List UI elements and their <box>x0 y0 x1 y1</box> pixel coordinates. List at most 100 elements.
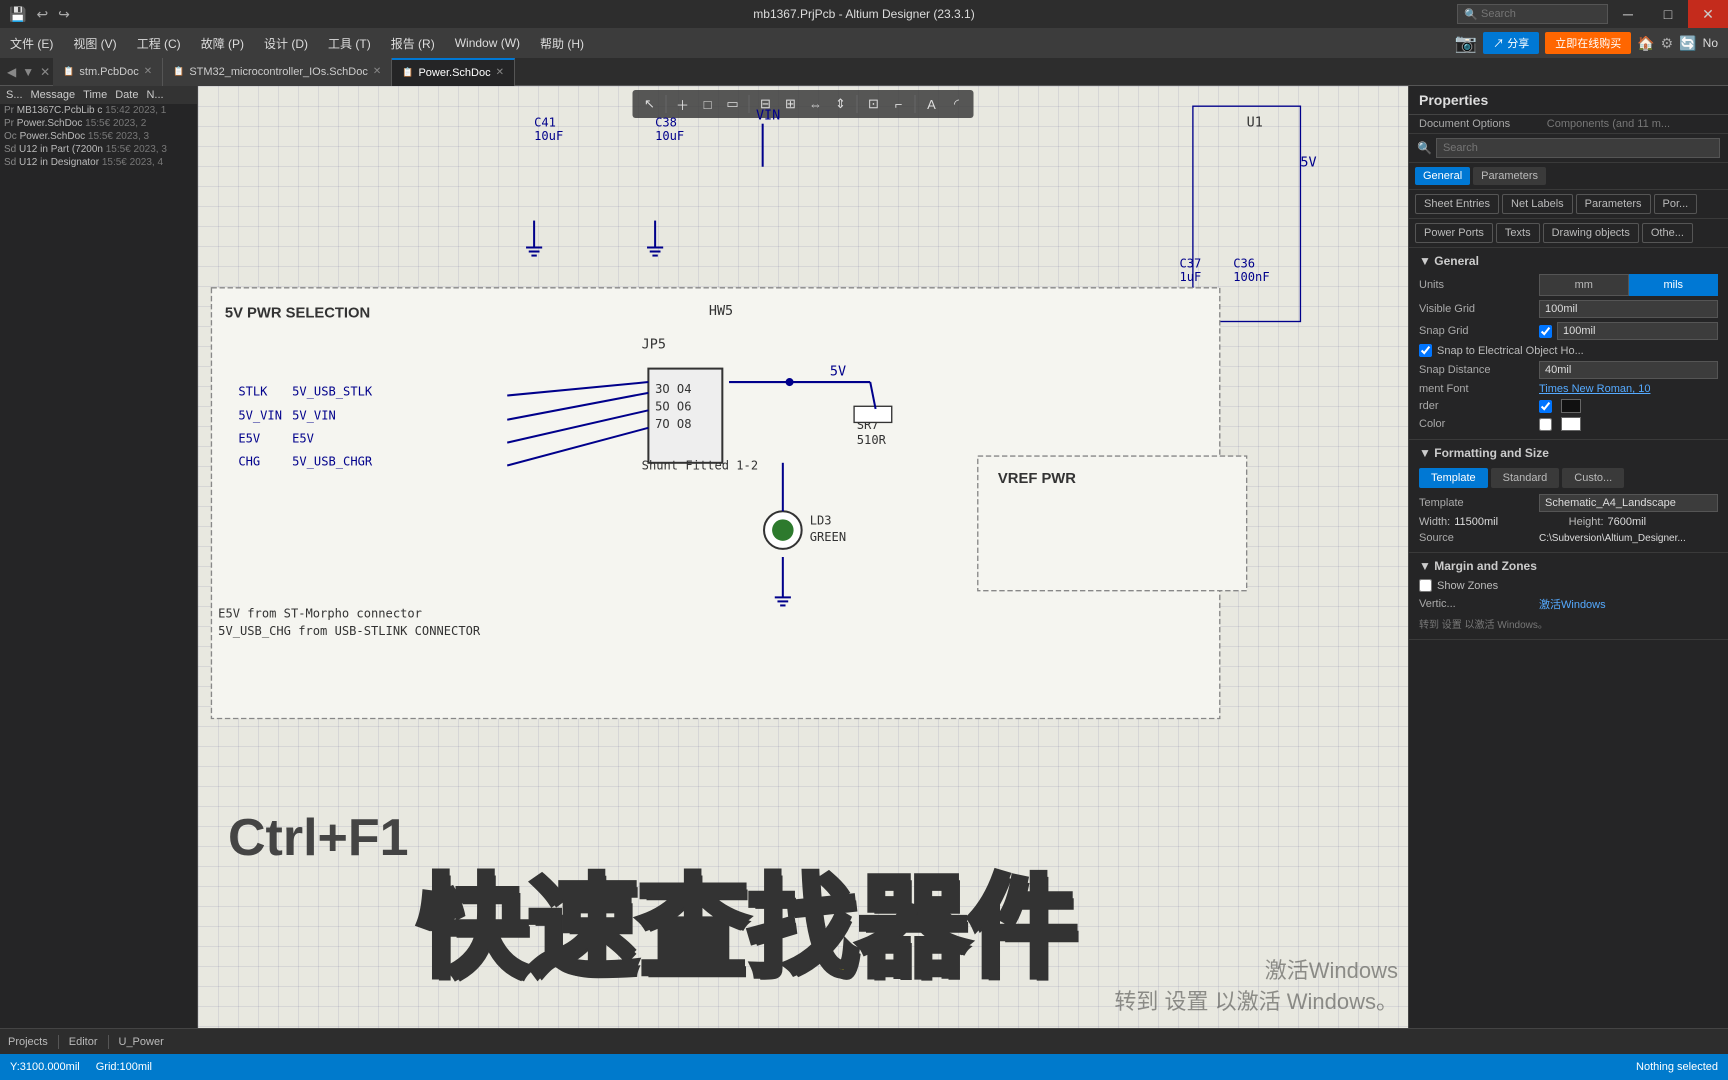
snap-grid-checkbox[interactable] <box>1539 325 1552 338</box>
snap-distance-row: Snap Distance <box>1419 359 1718 381</box>
properties-search-input[interactable] <box>1436 138 1720 158</box>
component-font-link[interactable]: Times New Roman, 10 <box>1539 383 1718 395</box>
svg-text:E5V: E5V <box>238 432 260 446</box>
svg-text:5V_VIN: 5V_VIN <box>238 409 282 423</box>
buy-online-button[interactable]: 立即在线购买 <box>1545 32 1631 54</box>
menu-view[interactable]: 视图 (V) <box>63 31 126 56</box>
snap-electrical-checkbox[interactable] <box>1419 344 1432 357</box>
tab-close-all-icon[interactable]: ✕ <box>37 65 53 79</box>
template-tab[interactable]: Template <box>1419 468 1488 488</box>
message-row-2[interactable]: Pr Power.SchDoc 15:5€ 2023, 2 <box>0 117 197 130</box>
share-button[interactable]: ↗ 分享 <box>1483 32 1539 54</box>
menu-help[interactable]: 帮助 (H) <box>530 31 594 56</box>
menu-tools[interactable]: 工具 (T) <box>318 31 381 56</box>
formatting-section-title: ▼ Formatting and Size <box>1419 446 1718 460</box>
unit-mils-button[interactable]: mils <box>1629 274 1719 296</box>
tab-microcontroller-close[interactable]: ✕ <box>373 66 381 77</box>
visible-grid-input[interactable] <box>1539 300 1718 318</box>
tab-scroll-left-icon[interactable]: ◀ <box>4 65 19 79</box>
svg-text:LD3: LD3 <box>810 514 832 528</box>
tab-por[interactable]: Por... <box>1654 194 1698 214</box>
tab-parameters2[interactable]: Parameters <box>1576 194 1651 214</box>
message-row-4[interactable]: Sd U12 in Part (7200n 15:5€ 2023, 3 <box>0 143 197 156</box>
unit-mm-button[interactable]: mm <box>1539 274 1629 296</box>
search-input[interactable] <box>1481 8 1601 20</box>
svg-text:U1: U1 <box>1247 115 1263 130</box>
search-icon: 🔍 <box>1417 141 1432 155</box>
menu-bar: 文件 (E) 视图 (V) 工程 (C) 故障 (P) 设计 (D) 工具 (T… <box>0 28 1728 58</box>
message-row-3[interactable]: Oc Power.SchDoc 15:5€ 2023, 3 <box>0 130 197 143</box>
titlebar-search[interactable]: 🔍 <box>1457 4 1608 24</box>
redo-icon[interactable]: ↪ <box>55 6 73 23</box>
template-tabs: Template Standard Custo... <box>1419 464 1718 492</box>
properties-title: Properties <box>1409 86 1728 115</box>
message-row-5[interactable]: Sd U12 in Designator 15:5€ 2023, 4 <box>0 156 197 169</box>
save-icon[interactable]: 💾 <box>6 6 29 23</box>
svg-text:C36: C36 <box>1233 257 1255 271</box>
tab-texts[interactable]: Texts <box>1496 223 1540 243</box>
tab-power-close[interactable]: ✕ <box>496 67 504 78</box>
tab-general[interactable]: General <box>1415 167 1470 185</box>
svg-text:GREEN: GREEN <box>810 530 846 544</box>
color-swatch[interactable] <box>1561 417 1581 431</box>
win-activate-row2: 转到 设置 以激活 Windows。 <box>1419 614 1718 633</box>
camera-icon[interactable]: 📷 <box>1455 33 1477 54</box>
color-checkbox[interactable] <box>1539 418 1552 431</box>
title-bar: 💾 ↩ ↪ mb1367.PrjPcb - Altium Designer (2… <box>0 0 1728 28</box>
menu-file[interactable]: 文件 (E) <box>0 31 63 56</box>
tab-sheet-entries[interactable]: Sheet Entries <box>1415 194 1499 214</box>
snap-grid-row: Snap Grid <box>1419 320 1718 342</box>
tab-menu-icon[interactable]: ▼ <box>19 65 37 79</box>
show-zones-checkbox[interactable] <box>1419 579 1432 592</box>
general-section-title: ▼ General <box>1419 254 1718 268</box>
tab-pcbdoc-close[interactable]: ✕ <box>144 66 152 77</box>
projects-button[interactable]: Projects <box>8 1036 48 1048</box>
tab-drawing-objects[interactable]: Drawing objects <box>1543 223 1639 243</box>
tab-power-ports[interactable]: Power Ports <box>1415 223 1493 243</box>
properties-tabs-row2: Sheet Entries Net Labels Parameters Por.… <box>1409 190 1728 219</box>
minimize-button[interactable]: ─ <box>1608 0 1648 28</box>
schematic-canvas[interactable]: ↖ ＋ □ ▭ ⊟ ⊞ ⇔ ⇕ ⊡ ⌐ A ◜ C41 10uF C38 10u… <box>198 86 1408 1028</box>
vertical-row: Vertic... 激活Windows <box>1419 594 1718 614</box>
template-input[interactable] <box>1539 494 1718 512</box>
message-row-1[interactable]: Pr MB1367C.PcbLib c 15:42 2023, 1 <box>0 104 197 117</box>
properties-tabs-row1: General Parameters <box>1409 163 1728 190</box>
tab-net-labels[interactable]: Net Labels <box>1502 194 1573 214</box>
component-font-row: ment Font Times New Roman, 10 <box>1419 381 1718 397</box>
search-icon: 🔍 <box>1464 8 1478 21</box>
undo-icon[interactable]: ↩ <box>33 6 51 23</box>
show-zones-row: Show Zones <box>1419 577 1718 594</box>
tab-parameters[interactable]: Parameters <box>1473 167 1546 185</box>
coords-status: Y:3100.000mil <box>10 1061 80 1073</box>
sync-icon[interactable]: 🔄 <box>1679 35 1696 52</box>
svg-text:C37: C37 <box>1179 257 1201 271</box>
svg-text:CHG: CHG <box>238 454 260 468</box>
svg-text:E5V: E5V <box>292 432 314 446</box>
tab-power[interactable]: 📋 Power.SchDoc ✕ <box>392 58 515 86</box>
menu-report[interactable]: 报告 (R) <box>381 31 445 56</box>
tab-microcontroller[interactable]: 📋 STM32_microcontroller_IOs.SchDoc ✕ <box>163 58 392 86</box>
border-checkbox[interactable] <box>1539 400 1552 413</box>
maximize-button[interactable]: □ <box>1648 0 1688 28</box>
tab-pcbdoc[interactable]: 📋 stm.PcbDoc ✕ <box>53 58 163 86</box>
notify-icon[interactable]: No <box>1703 36 1718 50</box>
source-row: Source C:\Subversion\Altium_Designer... <box>1419 530 1718 546</box>
menu-project[interactable]: 工程 (C) <box>127 31 191 56</box>
custom-tab[interactable]: Custo... <box>1562 468 1624 488</box>
grid-status: Grid:100mil <box>96 1061 152 1073</box>
snap-distance-input[interactable] <box>1539 361 1718 379</box>
menu-design[interactable]: 设计 (D) <box>254 31 318 56</box>
svg-text:C41: C41 <box>534 115 556 129</box>
home-icon[interactable]: 🏠 <box>1637 35 1654 52</box>
snap-grid-input[interactable] <box>1557 322 1718 340</box>
close-button[interactable]: ✕ <box>1688 0 1728 28</box>
menu-fault[interactable]: 故障 (P) <box>191 31 254 56</box>
settings-icon[interactable]: ⚙ <box>1661 35 1674 52</box>
main-layout: S... Message Time Date N... Pr MB1367C.P… <box>0 86 1728 1028</box>
message-panel-header: S... Message Time Date N... <box>0 86 197 104</box>
left-panel: S... Message Time Date N... Pr MB1367C.P… <box>0 86 198 1028</box>
border-color-swatch[interactable] <box>1561 399 1581 413</box>
tab-other[interactable]: Othe... <box>1642 223 1693 243</box>
menu-window[interactable]: Window (W) <box>445 32 530 54</box>
standard-tab[interactable]: Standard <box>1491 468 1560 488</box>
